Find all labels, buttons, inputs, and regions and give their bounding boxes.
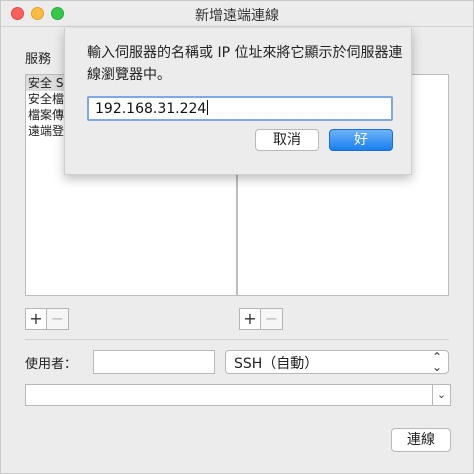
chevron-down-icon: ⌄ [436, 388, 447, 401]
cancel-button[interactable]: 取消 [255, 129, 319, 151]
services-add-remove: + − [25, 308, 69, 330]
command-field[interactable] [25, 384, 433, 406]
command-dropdown-button[interactable]: ⌄ [433, 384, 451, 406]
add-server-button[interactable]: + [239, 308, 261, 330]
services-label: 服務 [25, 52, 52, 67]
ok-button[interactable]: 好 [329, 129, 393, 151]
text-caret [207, 100, 209, 115]
remove-service-button[interactable]: − [47, 308, 69, 330]
protocol-popup[interactable]: SSH（自動） ⌃ ⌄ [225, 350, 449, 374]
title-bar: 新增遠端連線 [1, 1, 473, 27]
add-service-button[interactable]: + [25, 308, 47, 330]
server-address-input[interactable]: 192.168.31.224 [87, 96, 393, 121]
section-divider [25, 339, 449, 340]
window-title: 新增遠端連線 [195, 8, 279, 24]
user-field[interactable] [93, 350, 215, 374]
user-label: 使用者： [25, 357, 78, 372]
server-address-value: 192.168.31.224 [95, 101, 207, 117]
remove-server-button[interactable]: − [261, 308, 283, 330]
popup-arrows-icon: ⌃ ⌄ [431, 350, 442, 374]
add-server-sheet: 輸入伺服器的名稱或 IP 位址來將它顯示於伺服器連線瀏覽器中。 192.168.… [64, 28, 412, 175]
servers-add-remove: + − [239, 308, 283, 330]
new-remote-connection-window: 新增遠端連線 服務 安全 S 安全檔 檔案傳 遠端登 + − + − 使用者： … [0, 0, 474, 474]
connect-button[interactable]: 連線 [391, 428, 451, 452]
sheet-message: 輸入伺服器的名稱或 IP 位址來將它顯示於伺服器連線瀏覽器中。 [87, 45, 403, 83]
protocol-value: SSH（自動） [234, 356, 319, 372]
